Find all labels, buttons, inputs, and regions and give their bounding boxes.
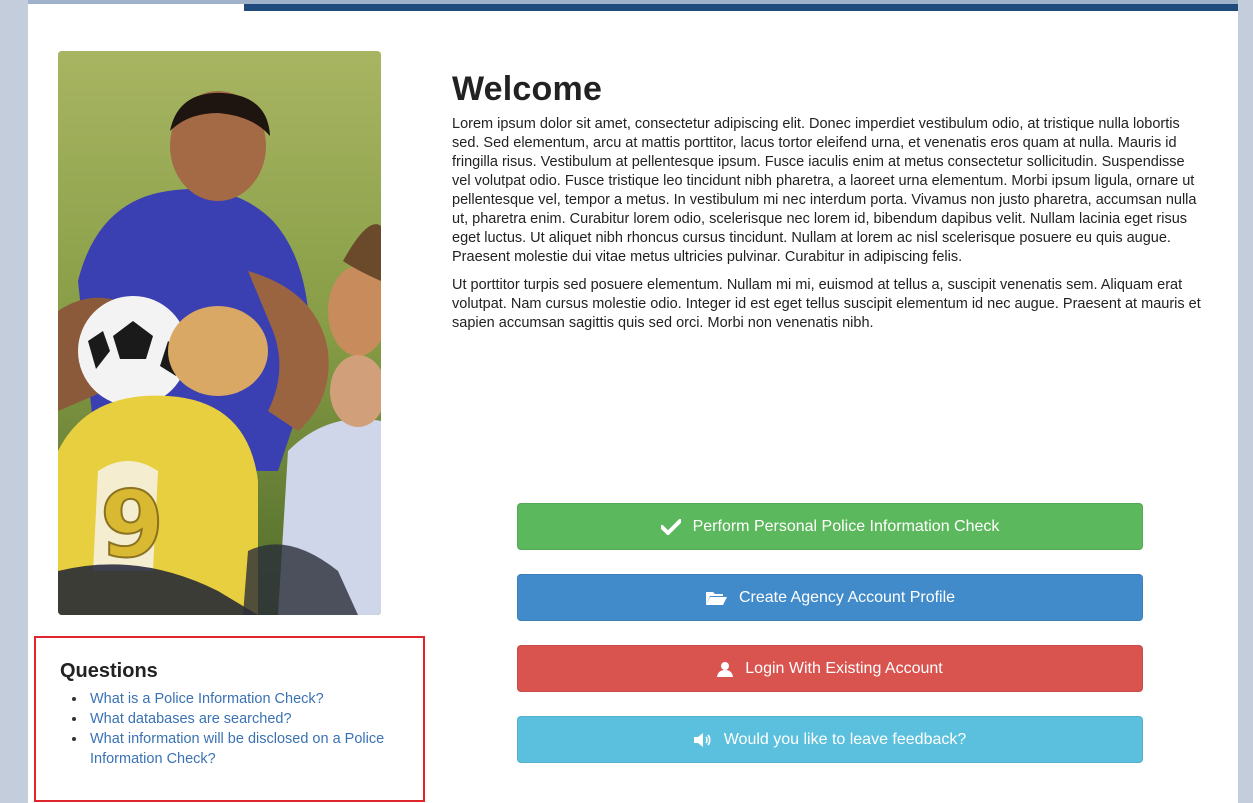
- create-account-label: Create Agency Account Profile: [738, 588, 956, 606]
- feedback-button[interactable]: Would you like to leave feedback?: [517, 716, 1143, 763]
- image-carousel[interactable]: 9 ‹ II ›: [58, 51, 381, 615]
- header-accent-bar: [244, 0, 1238, 11]
- page-title: Welcome: [452, 70, 603, 108]
- create-account-button[interactable]: Create Agency Account Profile: [517, 574, 1143, 621]
- list-item: What databases are searched?: [72, 709, 423, 729]
- perform-check-button[interactable]: Perform Personal Police Information Chec…: [517, 503, 1143, 550]
- question-link-databases[interactable]: What databases are searched?: [90, 711, 292, 727]
- question-link-what-is-check[interactable]: What is a Police Information Check?: [90, 691, 324, 707]
- welcome-paragraph-1: Lorem ipsum dolor sit amet, consectetur …: [452, 116, 1197, 265]
- list-item: What information will be disclosed on a …: [72, 729, 423, 769]
- header-accent-left: [28, 0, 244, 4]
- login-label: Login With Existing Account: [745, 659, 943, 677]
- user-icon: [717, 661, 734, 677]
- welcome-paragraph-2: Ut porttitor turpis sed posuere elementu…: [452, 277, 1201, 331]
- questions-title: Questions: [60, 660, 158, 682]
- perform-check-label: Perform Personal Police Information Chec…: [692, 517, 1000, 535]
- questions-panel: Questions What is a Police Information C…: [34, 636, 425, 802]
- folder-open-icon: [705, 590, 727, 606]
- welcome-section: Welcome Lorem ipsum dolor sit amet, cons…: [452, 62, 1202, 342]
- page: 9 ‹ II › Questions What is a Police Info…: [28, 0, 1238, 803]
- volume-icon: [693, 732, 712, 747]
- feedback-label: Would you like to leave feedback?: [723, 730, 967, 748]
- action-buttons: Perform Personal Police Information Chec…: [517, 503, 1143, 787]
- checkmark-icon: [660, 518, 681, 535]
- question-link-disclosed[interactable]: What information will be disclosed on a …: [90, 731, 384, 767]
- questions-list: What is a Police Information Check? What…: [60, 689, 423, 769]
- svg-text:9: 9: [100, 471, 164, 578]
- list-item: What is a Police Information Check?: [72, 689, 423, 709]
- carousel-photo: 9: [58, 51, 381, 615]
- login-button[interactable]: Login With Existing Account: [517, 645, 1143, 692]
